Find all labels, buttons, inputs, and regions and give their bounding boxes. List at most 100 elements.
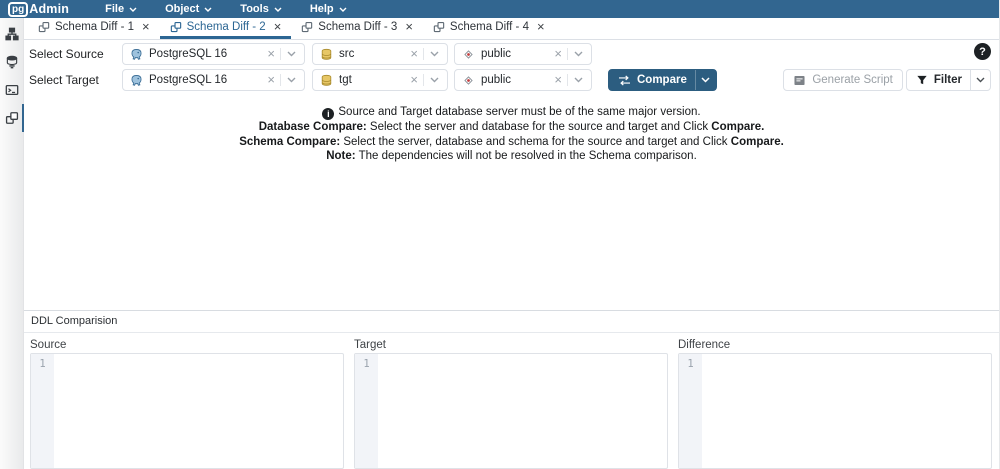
ddl-target-editor[interactable]: 1: [354, 353, 668, 469]
source-schema-select[interactable]: public ×: [454, 43, 592, 65]
chevron-down-icon[interactable]: [568, 77, 587, 83]
schema-diff-tab-icon: [38, 21, 50, 33]
info-line-schema-compare: Schema Compare: Select the server, datab…: [24, 135, 999, 150]
menu-tools[interactable]: Tools: [226, 0, 296, 18]
filter-button-label: Filter: [934, 74, 962, 86]
chevron-down-icon: [274, 7, 282, 12]
select-source-label: Select Source: [28, 47, 122, 61]
menu-object[interactable]: Object: [151, 0, 226, 18]
tab-schema-diff-1[interactable]: Schema Diff - 1 ×: [28, 18, 160, 39]
menu-list: File Object Tools Help: [91, 0, 361, 18]
tab-label: Schema Diff - 3: [318, 21, 397, 33]
database-compare-action: Compare.: [711, 121, 764, 133]
tab-label: Schema Diff - 2: [187, 21, 266, 33]
ddl-comparison-title: DDL Comparision: [24, 311, 999, 333]
menu-tools-label: Tools: [240, 3, 269, 15]
close-icon[interactable]: ×: [142, 22, 150, 32]
schema-compare-text: Select the server, database and schema f…: [340, 136, 731, 148]
ddl-target-panel: Target 1: [354, 333, 668, 469]
logo-admin-text: Admin: [29, 2, 69, 16]
clear-icon[interactable]: ×: [262, 75, 280, 85]
pgadmin-logo: pg Admin: [8, 2, 69, 17]
info-line-version-text: Source and Target database server must b…: [338, 106, 700, 118]
schema-icon: [462, 74, 475, 87]
object-explorer-icon[interactable]: [0, 22, 24, 46]
tab-schema-diff-4[interactable]: Schema Diff - 4 ×: [423, 18, 555, 39]
menu-object-label: Object: [165, 3, 199, 15]
compare-instructions: i Source and Target database server must …: [24, 105, 999, 164]
chevron-down-icon: [976, 77, 985, 83]
ddl-difference-editor[interactable]: 1: [678, 353, 992, 469]
note-term: Note:: [326, 150, 355, 162]
schema-diff-tab-icon: [170, 21, 182, 33]
ddl-difference-code-area[interactable]: [702, 354, 991, 468]
chevron-down-icon[interactable]: [424, 51, 443, 57]
ddl-target-label: Target: [354, 333, 668, 353]
database-icon: [320, 48, 333, 61]
tab-bar: Schema Diff - 1 × Schema Diff - 2 × Sche…: [24, 18, 999, 40]
compare-options-chevron[interactable]: [695, 70, 716, 90]
source-server-value: PostgreSQL 16: [149, 48, 262, 60]
schema-compare-action: Compare.: [731, 136, 784, 148]
compare-icon: [618, 75, 631, 86]
close-icon[interactable]: ×: [405, 22, 413, 32]
source-server-select[interactable]: PostgreSQL 16 ×: [122, 43, 305, 65]
compare-button-label: Compare: [637, 74, 687, 86]
ddl-comparison-panels: Source 1 Target 1 Difference 1: [24, 333, 999, 469]
target-server-select[interactable]: PostgreSQL 16 ×: [122, 69, 305, 91]
close-icon[interactable]: ×: [274, 22, 282, 32]
clear-icon[interactable]: ×: [405, 75, 423, 85]
row-right-buttons: Generate Script Filter: [783, 69, 991, 91]
ddl-target-code-area[interactable]: [378, 354, 667, 468]
info-line-version: i Source and Target database server must …: [24, 105, 999, 120]
line-number-gutter: 1: [31, 354, 54, 468]
select-source-row: Select Source PostgreSQL 16 × src ×: [28, 43, 991, 65]
note-text: The dependencies will not be resolved in…: [356, 150, 697, 162]
tab-schema-diff-2[interactable]: Schema Diff - 2 ×: [160, 18, 292, 39]
postgresql-server-icon: [130, 74, 143, 87]
target-database-select[interactable]: tgt ×: [312, 69, 448, 91]
tab-schema-diff-3[interactable]: Schema Diff - 3 ×: [291, 18, 423, 39]
target-schema-select[interactable]: public ×: [454, 69, 592, 91]
schema-diff-icon[interactable]: [0, 106, 24, 130]
postgresql-server-icon: [130, 48, 143, 61]
clear-icon[interactable]: ×: [549, 49, 567, 59]
ddl-source-panel: Source 1: [30, 333, 344, 469]
close-icon[interactable]: ×: [537, 22, 545, 32]
database-compare-term: Database Compare:: [259, 121, 367, 133]
filter-button[interactable]: Filter: [906, 69, 991, 91]
query-tool-icon[interactable]: [0, 50, 24, 74]
filter-options-chevron[interactable]: [970, 70, 990, 90]
schema-diff-tab-icon: [433, 21, 445, 33]
info-icon: i: [322, 108, 334, 120]
target-database-value: tgt: [339, 74, 405, 86]
clear-icon[interactable]: ×: [549, 75, 567, 85]
menu-help[interactable]: Help: [296, 0, 361, 18]
menu-file[interactable]: File: [91, 0, 151, 18]
ddl-comparison-section: DDL Comparision Source 1 Target 1 Differ…: [24, 310, 999, 469]
generate-script-button[interactable]: Generate Script: [783, 69, 903, 91]
compare-button[interactable]: Compare: [608, 69, 717, 91]
main-content: Schema Diff - 1 × Schema Diff - 2 × Sche…: [24, 18, 999, 469]
select-target-row: Select Target PostgreSQL 16 × tgt ×: [28, 69, 991, 91]
left-tool-strip: [0, 18, 24, 469]
ddl-source-code-area[interactable]: [54, 354, 343, 468]
select-target-label: Select Target: [28, 73, 122, 87]
target-server-value: PostgreSQL 16: [149, 74, 262, 86]
ddl-source-editor[interactable]: 1: [30, 353, 344, 469]
clear-icon[interactable]: ×: [262, 49, 280, 59]
menu-file-label: File: [105, 3, 124, 15]
source-database-select[interactable]: src ×: [312, 43, 448, 65]
chevron-down-icon[interactable]: [281, 77, 300, 83]
chevron-down-icon[interactable]: [424, 77, 443, 83]
clear-icon[interactable]: ×: [405, 49, 423, 59]
psql-tool-icon[interactable]: [0, 78, 24, 102]
chevron-down-icon: [129, 7, 137, 12]
generate-script-label: Generate Script: [812, 74, 893, 86]
tab-label: Schema Diff - 1: [55, 21, 134, 33]
chevron-down-icon[interactable]: [281, 51, 300, 57]
chevron-down-icon[interactable]: [568, 51, 587, 57]
script-icon: [793, 74, 806, 87]
line-number-gutter: 1: [679, 354, 702, 468]
tab-label: Schema Diff - 4: [450, 21, 529, 33]
